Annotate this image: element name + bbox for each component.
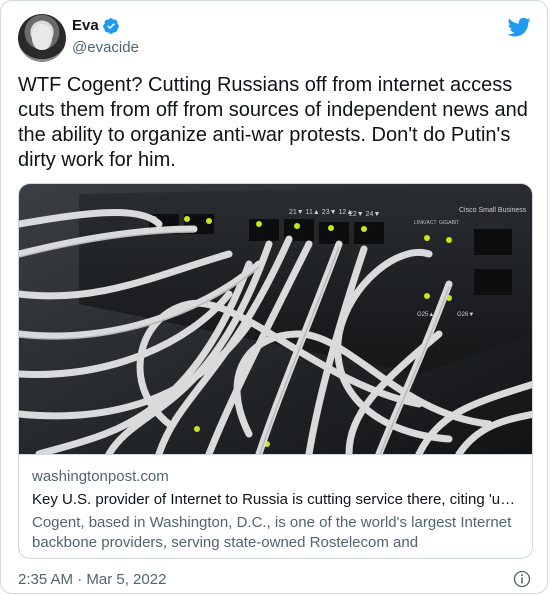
avatar[interactable] bbox=[18, 14, 66, 62]
tweet-card[interactable]: Eva @evacide WTF Cogent? Cutting Russian… bbox=[0, 0, 548, 594]
twitter-bird-icon[interactable] bbox=[507, 15, 531, 39]
tweet-text: WTF Cogent? Cutting Russians off from in… bbox=[18, 74, 528, 171]
link-card[interactable]: 21▼ 11▲ 23▼ 12▲ 22▼ 24▼ Cisco Small Busi… bbox=[18, 183, 533, 559]
user-handle[interactable]: @evacide bbox=[72, 39, 139, 56]
image-label-link: LINK/ACT bbox=[414, 220, 437, 226]
info-icon[interactable] bbox=[513, 570, 531, 588]
card-image[interactable]: 21▼ 11▲ 23▼ 12▲ 22▼ 24▼ Cisco Small Busi… bbox=[19, 184, 533, 454]
image-port-b: G26▼ bbox=[457, 312, 474, 318]
verified-icon bbox=[103, 18, 119, 34]
card-body[interactable]: washingtonpost.com Key U.S. provider of … bbox=[19, 454, 532, 558]
image-label-speed: GIGABIT bbox=[439, 220, 459, 226]
card-title[interactable]: Key U.S. provider of Internet to Russia … bbox=[32, 490, 521, 510]
image-port-labels-mid: 22▼ 24▼ bbox=[349, 211, 380, 218]
card-domain: washingtonpost.com bbox=[32, 468, 169, 485]
image-port-a: G25▲ bbox=[417, 312, 434, 318]
image-port-labels: 21▼ 11▲ 23▼ 12▲ bbox=[289, 209, 353, 216]
image-brand-text: Cisco Small Business bbox=[459, 207, 527, 214]
card-description: Cogent, based in Washington, D.C., is on… bbox=[32, 514, 512, 551]
user-name[interactable]: Eva bbox=[72, 17, 99, 34]
timestamp[interactable]: 2:35 AM · Mar 5, 2022 bbox=[18, 571, 166, 588]
